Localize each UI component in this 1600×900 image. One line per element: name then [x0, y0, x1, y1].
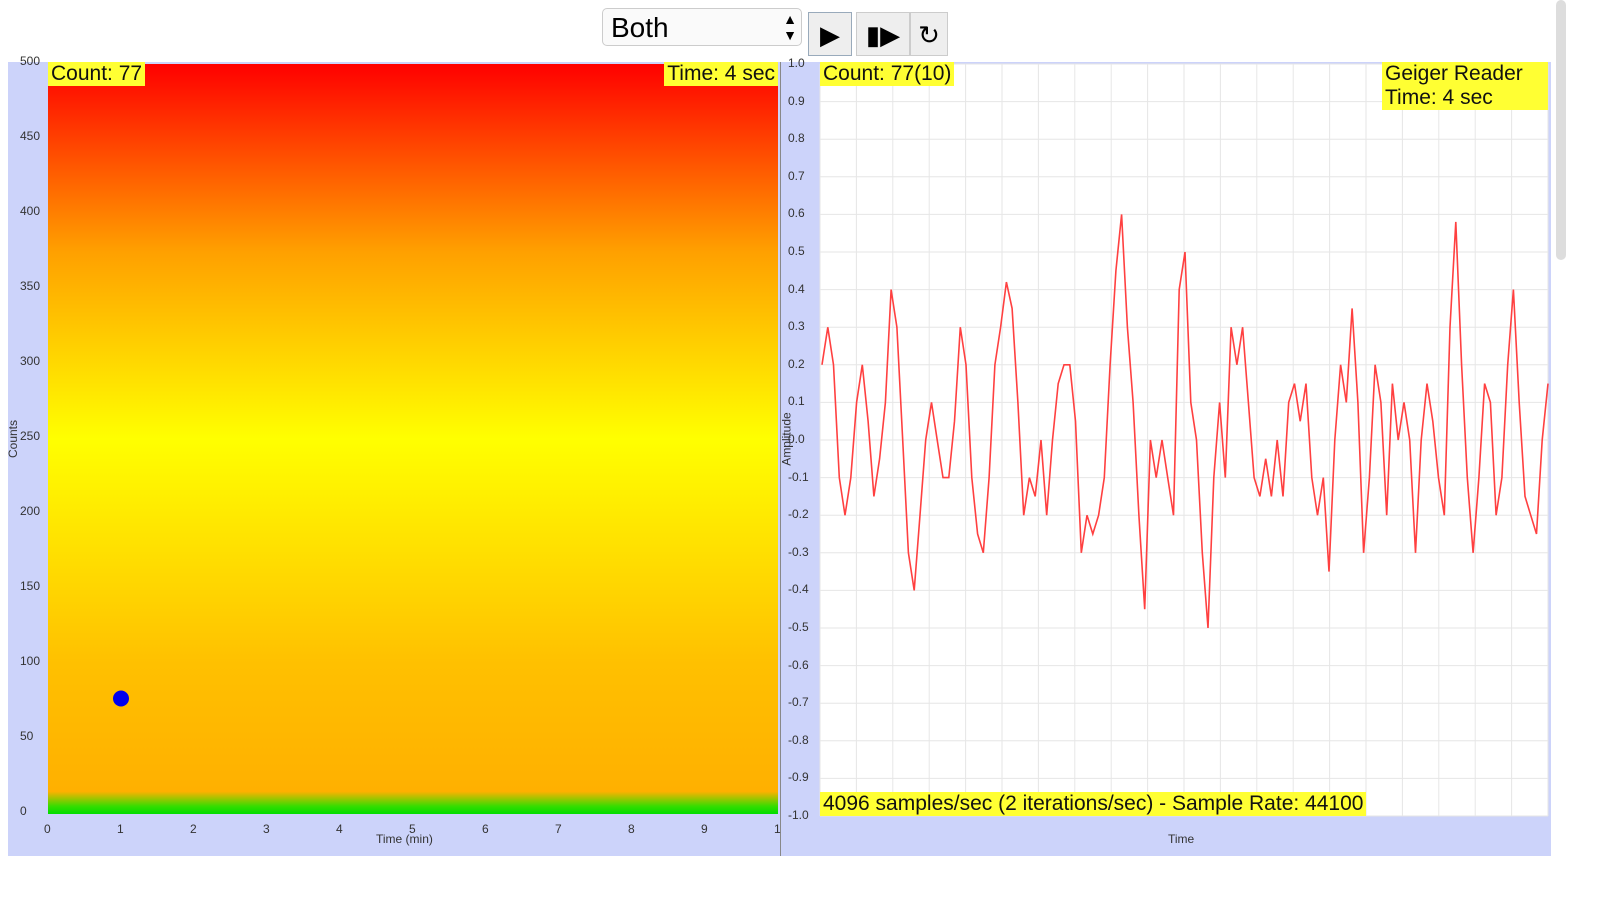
right-ytick: 0.8	[788, 131, 805, 146]
left-xtick: 4	[336, 822, 343, 836]
left-ytick: 200	[20, 504, 41, 518]
right-ytick: -0.9	[788, 770, 809, 785]
right-ytick: 0.4	[788, 281, 805, 296]
left-ytick: 50	[20, 729, 34, 743]
right-ytick: 0.5	[788, 244, 805, 258]
left-xtick: 5	[409, 822, 416, 836]
right-ytick: -0.8	[788, 732, 809, 747]
left-ytick: 300	[20, 354, 41, 368]
sample-rate-footer: 4096 samples/sec (2 iterations/sec) - Sa…	[820, 792, 1367, 816]
right-ytick: 1.0	[788, 56, 805, 70]
left-xtick: 9	[701, 822, 708, 836]
left-xtick: 1	[117, 822, 124, 836]
left-xlabel: Time (min)	[376, 832, 433, 846]
right-ytick: -0.5	[788, 620, 809, 634]
right-xlabel: Time	[1168, 832, 1195, 846]
left-xtick: 6	[482, 822, 489, 836]
right-ytick: -0.7	[788, 695, 809, 710]
right-count-label: Count: 77(10)	[820, 62, 955, 86]
left-ylabel: Counts	[6, 419, 21, 459]
left-ytick: 100	[20, 654, 41, 668]
left-ytick: 0	[20, 804, 27, 818]
left-xtick: 2	[190, 822, 197, 836]
count-point	[113, 690, 129, 707]
left-time-label: Time: 4 sec	[664, 62, 778, 86]
left-xtick: 3	[263, 822, 270, 836]
right-ytick: 0.7	[788, 168, 805, 183]
right-time-label: Time: 4 sec	[1385, 86, 1493, 109]
left-xtick: 8	[628, 822, 635, 836]
right-ytick: -1.0	[788, 808, 809, 822]
right-ytick: -0.2	[788, 507, 809, 522]
right-ytick: 0.9	[788, 93, 805, 108]
left-xtick: 0	[44, 822, 51, 836]
right-ytick: 0.1	[788, 394, 805, 409]
left-ytick: 250	[20, 429, 41, 443]
left-ytick: 350	[20, 279, 41, 293]
left-ytick: 500	[20, 54, 41, 68]
right-ytick: -0.6	[788, 657, 809, 672]
left-count-label: Count: 77	[48, 62, 146, 86]
right-title: Geiger Reader	[1385, 62, 1523, 85]
right-ytick: -0.4	[788, 582, 809, 597]
right-ytick: -0.1	[788, 469, 809, 484]
right-ytick: 0.0	[788, 432, 805, 446]
right-ytick: 0.2	[788, 356, 805, 371]
left-ytick: 400	[20, 204, 41, 218]
right-ytick: 0.6	[788, 206, 805, 221]
left-ytick: 450	[20, 129, 41, 143]
left-ytick: 150	[20, 579, 41, 593]
right-ytick: -0.3	[788, 544, 809, 559]
right-ytick: 0.3	[788, 319, 805, 334]
left-xtick: 7	[555, 822, 562, 836]
right-title-box: Geiger Reader Time: 4 sec	[1382, 62, 1548, 110]
left-xtick: 1	[774, 822, 781, 836]
